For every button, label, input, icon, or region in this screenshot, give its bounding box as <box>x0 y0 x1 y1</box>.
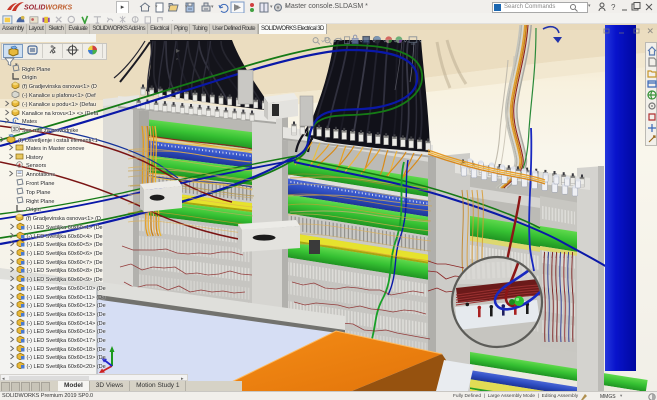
svg-text:3D: 3D <box>13 127 20 133</box>
svg-text:·: · <box>171 17 173 24</box>
svg-text:SOLIDWORKS: SOLIDWORKS <box>24 5 73 12</box>
svg-text:?: ? <box>611 3 616 12</box>
